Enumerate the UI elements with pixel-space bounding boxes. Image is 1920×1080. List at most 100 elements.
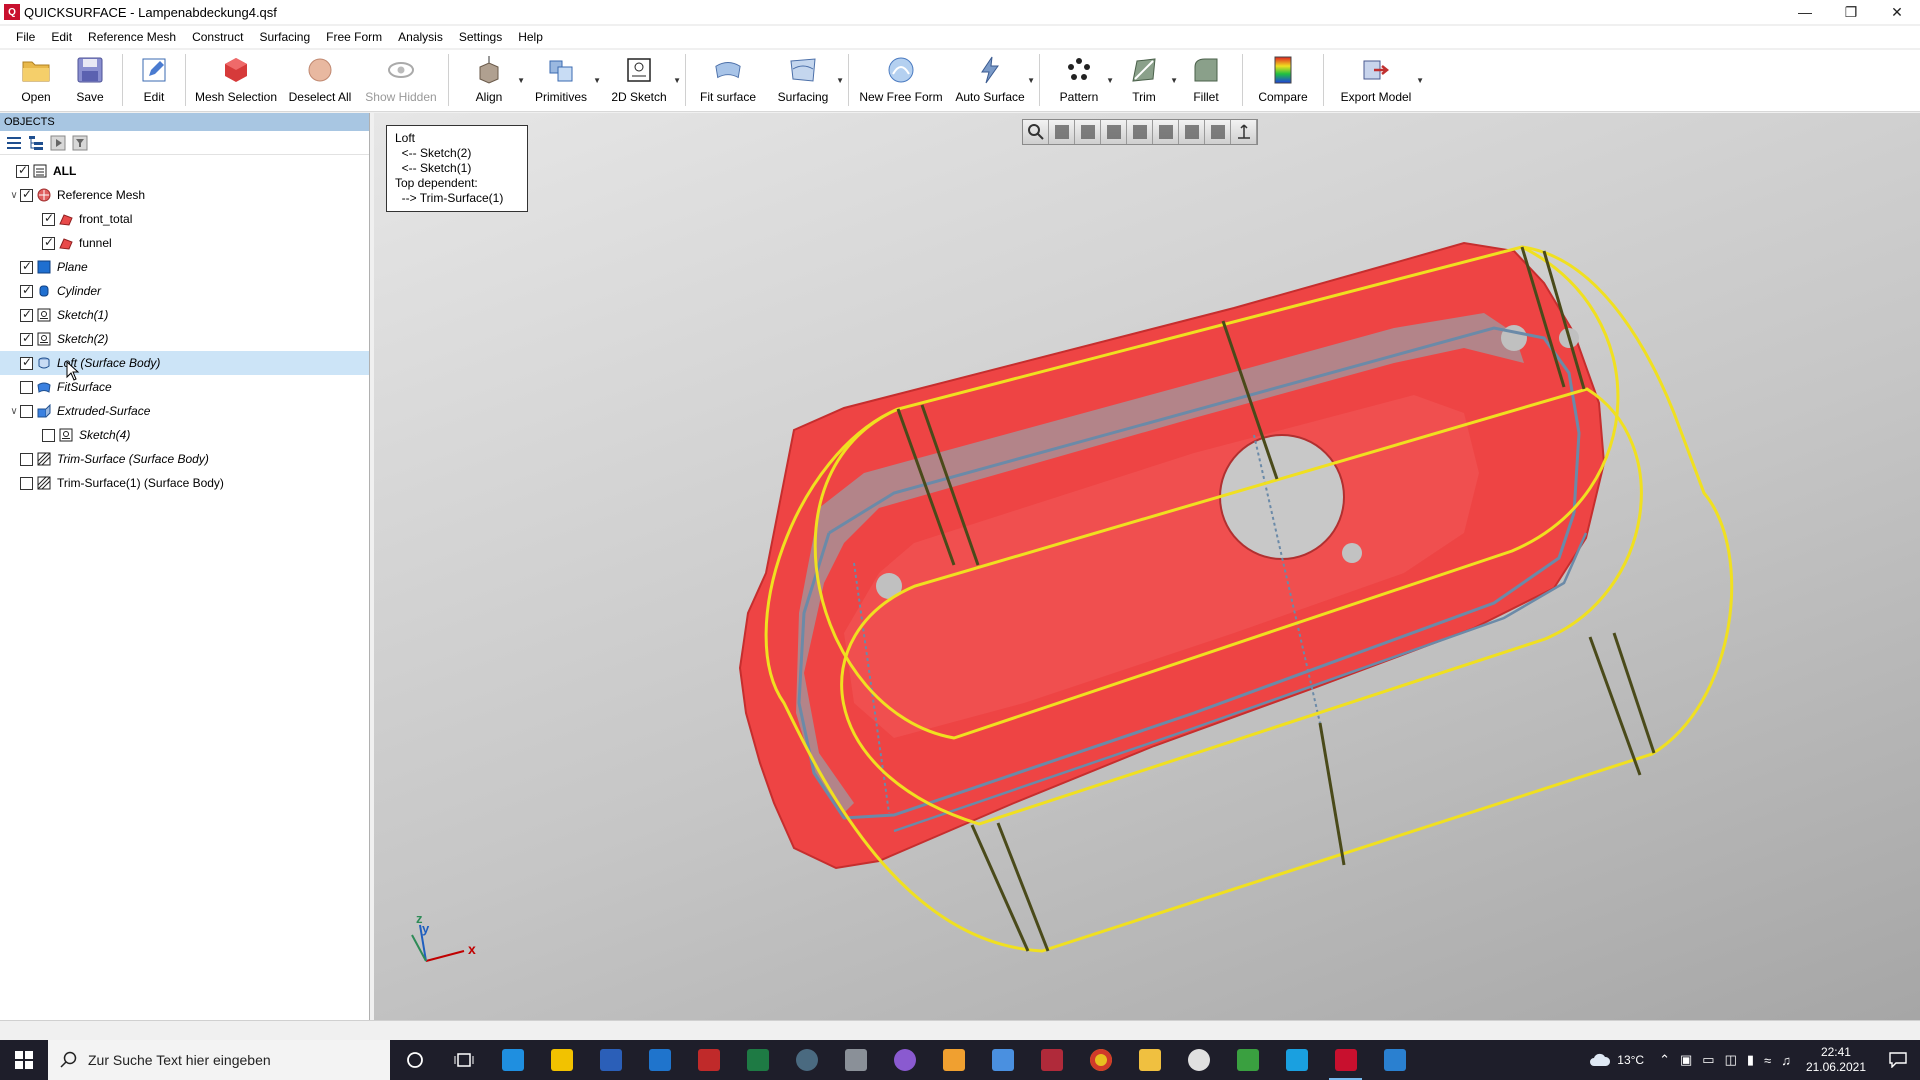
start-button[interactable] — [0, 1040, 48, 1080]
export-model-dropdown-icon[interactable]: ▼ — [1416, 76, 1424, 85]
tree-item-sketch-1[interactable]: Sketch(1) — [0, 303, 369, 327]
taskbar-app-explorer[interactable] — [1125, 1040, 1174, 1080]
chevron-down-icon[interactable]: ∨ — [8, 190, 20, 201]
tree-item-reference-mesh[interactable]: ∨ Reference Mesh — [0, 183, 369, 207]
list-view-icon[interactable] — [6, 135, 22, 151]
taskbar-app-excel[interactable] — [733, 1040, 782, 1080]
taskbar-app-green[interactable] — [1223, 1040, 1272, 1080]
save-button[interactable]: Save — [64, 50, 116, 110]
tree-item-all[interactable]: ALL — [0, 159, 369, 183]
tree-item-cylinder[interactable]: Cylinder — [0, 279, 369, 303]
view-top-button[interactable] — [1153, 120, 1179, 144]
taskbar-app-orange[interactable] — [929, 1040, 978, 1080]
surfacing-dropdown-icon[interactable]: ▼ — [836, 76, 844, 85]
new-free-form-button[interactable]: New Free Form — [855, 50, 947, 110]
view-right-button[interactable] — [1127, 120, 1153, 144]
taskbar-search-box[interactable]: Zur Suche Text hier eingeben — [48, 1040, 390, 1080]
menu-analysis[interactable]: Analysis — [390, 27, 451, 47]
taskbar-app-c[interactable] — [1272, 1040, 1321, 1080]
visibility-checkbox[interactable] — [20, 283, 33, 298]
tree-item-loft[interactable]: Loft (Surface Body) — [0, 351, 369, 381]
taskbar-app-speedometer[interactable] — [1174, 1040, 1223, 1080]
weather-widget[interactable]: 13°C — [1579, 1053, 1654, 1067]
3d-viewport[interactable]: Loft <-- Sketch(2) <-- Sketch(1) Top dep… — [374, 113, 1920, 1020]
tree-item-extruded-surface[interactable]: ∨ Extruded-Surface — [0, 399, 369, 423]
battery-icon[interactable]: ▮ — [1742, 1052, 1759, 1068]
auto-surface-button[interactable]: Auto Surface ▼ — [947, 50, 1035, 110]
visibility-checkbox[interactable] — [20, 452, 33, 466]
visibility-checkbox[interactable] — [20, 307, 33, 322]
wifi-icon[interactable]: ≈ — [1759, 1053, 1776, 1068]
monitor-icon[interactable]: ▭ — [1697, 1052, 1719, 1068]
close-button[interactable]: ✕ — [1874, 0, 1920, 24]
visibility-checkbox[interactable] — [20, 259, 33, 274]
compare-button[interactable]: Compare — [1249, 50, 1317, 110]
tree-item-sketch-2[interactable]: Sketch(2) — [0, 327, 369, 351]
printer-icon[interactable]: ◫ — [1720, 1052, 1742, 1068]
visibility-checkbox[interactable] — [16, 163, 29, 178]
view-axes-button[interactable] — [1231, 120, 1257, 144]
deselect-all-button[interactable]: Deselect All — [280, 50, 360, 110]
minimize-button[interactable]: — — [1782, 0, 1828, 24]
filter-icon[interactable] — [72, 135, 88, 151]
model-scene[interactable] — [374, 113, 1920, 1020]
tree-view-icon[interactable] — [28, 135, 44, 151]
primitives-button[interactable]: Primitives ▼ — [523, 50, 601, 110]
taskbar-app-device[interactable] — [831, 1040, 880, 1080]
chevron-down-icon[interactable]: ∨ — [8, 406, 20, 417]
visibility-checkbox[interactable] — [20, 404, 33, 418]
volume-icon[interactable]: ♫ — [1776, 1053, 1796, 1068]
tree-item-trim-surface-1[interactable]: Trim-Surface(1) (Surface Body) — [0, 471, 369, 495]
taskbar-app-3d[interactable] — [1027, 1040, 1076, 1080]
fillet-button[interactable]: Fillet — [1176, 50, 1236, 110]
tree-item-fitsurface[interactable]: FitSurface — [0, 375, 369, 399]
taskbar-app-quicksurface[interactable] — [1321, 1040, 1370, 1080]
2d-sketch-button[interactable]: 2D Sketch ▼ — [599, 50, 681, 110]
tree-item-plane[interactable]: Plane — [0, 255, 369, 279]
expand-all-icon[interactable] — [50, 135, 66, 151]
taskbar-app-word[interactable] — [586, 1040, 635, 1080]
menu-reference-mesh[interactable]: Reference Mesh — [80, 27, 184, 47]
network-icon[interactable]: ▣ — [1675, 1052, 1697, 1068]
tree-item-front-total[interactable]: front_total — [0, 207, 369, 231]
visibility-checkbox[interactable] — [42, 235, 55, 250]
mesh-selection-button[interactable]: Mesh Selection — [192, 50, 280, 110]
taskbar-app-search-tool[interactable] — [684, 1040, 733, 1080]
auto-surface-dropdown-icon[interactable]: ▼ — [1027, 76, 1035, 85]
taskbar-app-chrome[interactable] — [1076, 1040, 1125, 1080]
tree-item-funnel[interactable]: funnel — [0, 231, 369, 255]
tree-item-sketch-4[interactable]: Sketch(4) — [0, 423, 369, 447]
clock[interactable]: 22:41 21.06.2021 — [1796, 1045, 1876, 1075]
tree-item-trim-surface[interactable]: Trim-Surface (Surface Body) — [0, 447, 369, 471]
zoom-fit-button[interactable] — [1023, 120, 1049, 144]
visibility-checkbox[interactable] — [20, 380, 33, 394]
notification-center-button[interactable] — [1876, 1052, 1920, 1068]
taskbar-app-outlook[interactable] — [635, 1040, 684, 1080]
taskbar-app-swirl[interactable] — [880, 1040, 929, 1080]
open-button[interactable]: Open — [8, 50, 64, 110]
view-iso-button[interactable] — [1205, 120, 1231, 144]
menu-settings[interactable]: Settings — [451, 27, 510, 47]
align-button[interactable]: Align ▼ — [455, 50, 525, 110]
surfacing-button[interactable]: Surfacing ▼ — [764, 50, 844, 110]
menu-help[interactable]: Help — [510, 27, 551, 47]
menu-free-form[interactable]: Free Form — [318, 27, 390, 47]
show-hidden-button[interactable]: Show Hidden — [360, 50, 442, 110]
visibility-checkbox[interactable] — [20, 355, 33, 370]
taskbar-app-todo[interactable] — [537, 1040, 586, 1080]
edit-button[interactable]: Edit — [129, 50, 179, 110]
view-front-button[interactable] — [1049, 120, 1075, 144]
restore-button[interactable]: ❐ — [1828, 0, 1874, 24]
chevron-up-icon[interactable]: ⌃ — [1654, 1052, 1675, 1068]
fit-surface-button[interactable]: Fit surface — [692, 50, 764, 110]
pattern-button[interactable]: Pattern ▼ — [1046, 50, 1114, 110]
visibility-checkbox[interactable] — [20, 476, 33, 490]
taskbar-app-globe[interactable] — [782, 1040, 831, 1080]
view-back-button[interactable] — [1075, 120, 1101, 144]
view-left-button[interactable] — [1101, 120, 1127, 144]
menu-edit[interactable]: Edit — [43, 27, 80, 47]
visibility-checkbox[interactable] — [20, 187, 33, 202]
trim-button[interactable]: Trim ▼ — [1112, 50, 1178, 110]
visibility-checkbox[interactable] — [42, 211, 55, 226]
2d-sketch-dropdown-icon[interactable]: ▼ — [673, 76, 681, 85]
